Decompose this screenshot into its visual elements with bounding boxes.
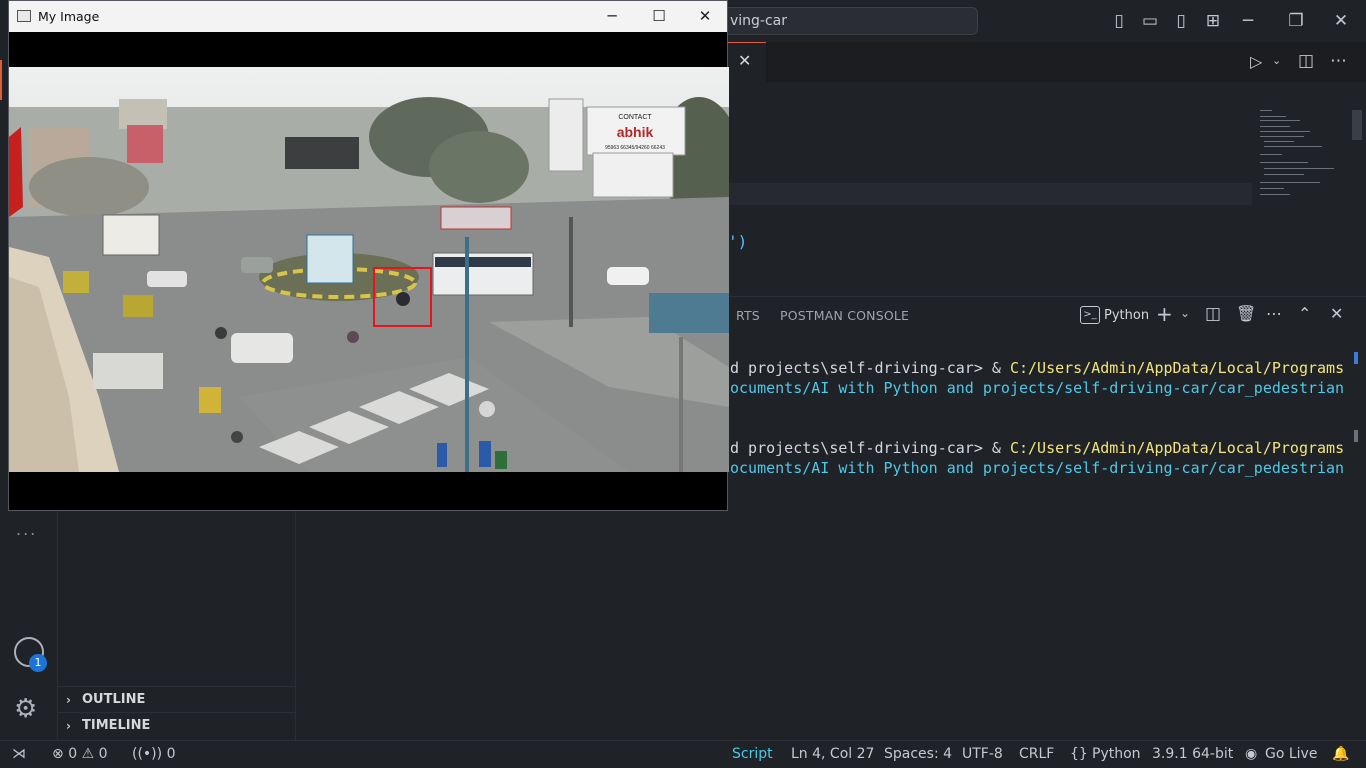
tab-close-icon[interactable]: ✕ [738,51,751,70]
remote-icon[interactable]: ⋊ [12,746,26,762]
terminal-dropdown-icon[interactable]: ⌄ [1180,306,1190,320]
warning-icon: ⚠ [81,746,95,762]
terminal-icon: >_ [1080,306,1100,324]
timeline-label: TIMELINE [82,718,151,733]
billboard-brand: abhik [617,124,654,140]
minimize-icon[interactable]: ─ [1237,10,1259,32]
status-position[interactable]: Ln 4, Col 27 [791,746,874,762]
code-fragment: ') [728,232,748,251]
close-icon[interactable]: ✕ [1330,10,1352,32]
close-panel-icon[interactable]: ✕ [1330,304,1343,323]
status-spaces[interactable]: Spaces: 4 [884,746,952,762]
status-bar: ⋊ ⊗ 0 ⚠ 0 ((•)) 0 Script Ln 4, Col 27 Sp… [0,740,1366,768]
image-window[interactable]: My Image ─ ☐ ✕ CONTACT abhik 95963 66345… [8,0,729,511]
terminal-line: ocuments/AI with Python and projects/sel… [730,459,1345,477]
split-editor-icon[interactable]: ◫ [1298,51,1314,71]
image-window-titlebar[interactable]: My Image ─ ☐ ✕ [9,1,727,32]
restore-icon[interactable]: ❐ [1285,10,1307,32]
settings-gear-icon[interactable]: ⚙ [14,694,37,724]
traffic-camera-image: CONTACT abhik 95963 66345/94260 66243 [9,67,729,472]
golive-icon: ◉ [1245,746,1258,762]
toggle-secondary-sidebar-icon[interactable]: ▯ [1170,10,1192,32]
ports-count: 0 [166,746,176,762]
panel-more-icon[interactable]: ⋯ [1266,304,1282,323]
command-center-search[interactable]: ving-car [712,7,978,35]
tab-ports[interactable]: RTS [736,308,760,323]
accounts-badge: 1 [29,654,47,672]
notifications-bell-icon[interactable]: 🔔 [1332,746,1349,762]
active-indicator [0,60,2,100]
terminal-line: ocuments/AI with Python and projects/sel… [730,379,1345,397]
billboard-text: CONTACT [618,114,652,121]
terminal-line: d projects\self-driving-car> & C:/Users/… [730,439,1345,457]
warning-count: 0 [98,746,108,762]
status-golive[interactable]: Go Live [1265,746,1317,762]
ports-indicator[interactable]: ((•)) 0 [132,746,175,762]
billboard-phone: 95963 66345/94260 66243 [605,145,665,151]
minimap[interactable] [1258,106,1354,206]
outline-label: OUTLINE [82,692,146,707]
activity-more-icon[interactable]: ... [16,520,37,539]
window-maximize-icon[interactable]: ☐ [636,1,682,32]
window-app-icon [17,10,31,22]
split-terminal-icon[interactable]: ◫ [1205,304,1221,324]
window-minimize-icon[interactable]: ─ [589,1,635,32]
customize-layout-icon[interactable]: ⊞ [1202,10,1224,32]
problems-indicator[interactable]: ⊗ 0 ⚠ 0 [52,746,108,762]
terminal-line: d projects\self-driving-car> & C:/Users/… [730,359,1345,377]
run-dropdown-icon[interactable]: ⌄ [1272,54,1281,67]
error-count: 0 [68,746,78,762]
status-interpreter[interactable]: 3.9.1 64-bit [1152,746,1233,762]
chevron-right-icon: › [66,719,71,733]
chevron-right-icon: › [66,693,71,707]
editor-scrollbar[interactable] [1352,110,1362,140]
language-braces-icon: {} [1070,746,1088,762]
outline-section[interactable]: › OUTLINE [58,686,296,712]
error-icon: ⊗ [52,746,64,762]
kill-terminal-icon[interactable]: 🗑 [1236,304,1256,323]
terminal-scroll-marker [1354,430,1358,442]
detection-box [373,267,432,327]
tab-postman-console[interactable]: POSTMAN CONSOLE [780,308,909,323]
status-script[interactable]: Script [732,746,773,762]
run-icon[interactable]: ▷ [1250,52,1262,71]
timeline-section[interactable]: › TIMELINE [58,712,296,738]
status-language[interactable]: Python [1092,746,1141,762]
status-encoding[interactable]: UTF-8 [962,746,1003,762]
terminal-scroll-marker [1354,352,1358,364]
toggle-panel-icon[interactable]: ▭ [1139,10,1161,32]
new-terminal-icon[interactable]: + [1156,302,1173,326]
toggle-primary-sidebar-icon[interactable]: ▯ [1108,10,1130,32]
status-eol[interactable]: CRLF [1019,746,1054,762]
maximize-panel-icon[interactable]: ⌃ [1298,304,1311,323]
more-actions-icon[interactable]: ⋯ [1330,51,1347,71]
terminal-kind-label[interactable]: Python [1104,308,1149,323]
traffic-scene-illustration: CONTACT abhik 95963 66345/94260 66243 [9,67,729,472]
image-window-title: My Image [38,9,100,24]
window-close-icon[interactable]: ✕ [682,1,728,32]
broadcast-icon: ((•)) [132,746,163,762]
